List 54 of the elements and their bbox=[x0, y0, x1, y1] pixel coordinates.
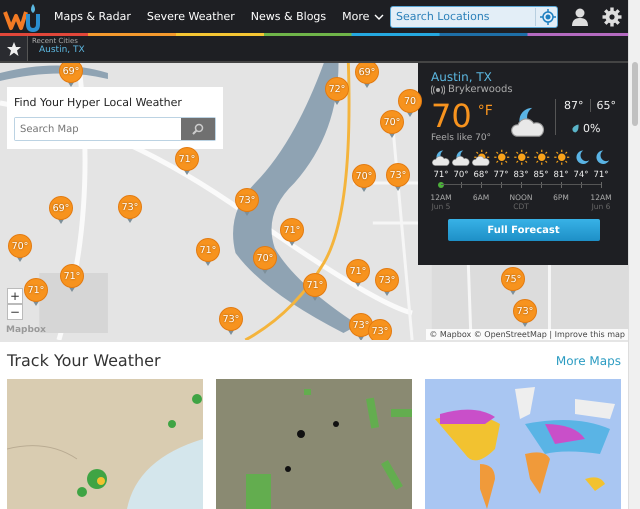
favorites-button[interactable] bbox=[0, 36, 28, 61]
hourly-temp: 68° bbox=[473, 170, 489, 180]
nav-link[interactable]: More bbox=[342, 10, 384, 23]
locate-icon[interactable] bbox=[535, 8, 557, 26]
user-icon[interactable] bbox=[570, 6, 590, 26]
moon-cloud-icon bbox=[511, 105, 545, 139]
sun-icon bbox=[492, 149, 510, 167]
moon-cloud-icon bbox=[432, 149, 450, 167]
sun-icon bbox=[552, 149, 570, 167]
nav-link[interactable]: Maps & Radar bbox=[54, 10, 131, 23]
zoom-in-button[interactable]: + bbox=[7, 288, 23, 304]
hourly-temp: 71° bbox=[433, 170, 449, 180]
full-forecast-button[interactable]: Full Forecast bbox=[448, 219, 600, 241]
card-title: Find Your Hyper Local Weather bbox=[14, 96, 183, 109]
more-maps-link[interactable]: More Maps bbox=[556, 354, 621, 368]
hourly-temp: 71° bbox=[593, 170, 609, 180]
sun-icon bbox=[512, 149, 530, 167]
low-temp: 65° bbox=[596, 99, 616, 112]
raindrop-icon bbox=[572, 124, 579, 133]
sun-cloud-icon bbox=[472, 149, 490, 167]
precip-chance: 0% bbox=[583, 122, 600, 135]
search-button[interactable] bbox=[181, 118, 215, 140]
station-icon bbox=[431, 84, 445, 94]
map-attribution: © Mapbox © OpenStreetMap | Improve this map bbox=[426, 329, 628, 340]
moon-cloud-icon bbox=[452, 149, 470, 167]
map-logo: Mapbox bbox=[6, 325, 46, 335]
chevron-icon bbox=[374, 14, 384, 20]
search-input[interactable]: Search Locations bbox=[391, 10, 535, 23]
sun-icon bbox=[532, 149, 550, 167]
search-field[interactable]: Search Locations bbox=[390, 6, 558, 28]
nav-link[interactable]: News & Blogs bbox=[250, 10, 326, 23]
star-icon bbox=[6, 40, 22, 56]
city-link[interactable]: Austin, TX bbox=[32, 45, 85, 55]
temperature: 70 bbox=[431, 99, 472, 133]
hourly-temp: 81° bbox=[553, 170, 569, 180]
feels-like: Feels like 70° bbox=[431, 133, 492, 143]
settings-icon[interactable] bbox=[602, 6, 622, 26]
zoom-out-button[interactable]: − bbox=[7, 304, 23, 320]
search-icon bbox=[192, 123, 204, 135]
search-map-field[interactable]: Search Map bbox=[14, 117, 216, 141]
nav-link[interactable]: Severe Weather bbox=[146, 10, 235, 23]
scrollbar[interactable] bbox=[628, 0, 640, 509]
temperature-pin[interactable]: 73° bbox=[368, 319, 392, 340]
hourly-temp: 70° bbox=[453, 170, 469, 180]
hourly-temp: 77° bbox=[493, 170, 509, 180]
section-title: Track Your Weather bbox=[7, 351, 161, 370]
hourly-temp: 83° bbox=[513, 170, 529, 180]
city-name: Austin, TX bbox=[431, 70, 493, 84]
station-name: Brykerwoods bbox=[448, 84, 513, 95]
hourly-temp: 74° bbox=[573, 170, 589, 180]
logo-icon[interactable] bbox=[2, 2, 42, 32]
hourly-temp: 85° bbox=[533, 170, 549, 180]
high-temp: 87° bbox=[564, 99, 590, 112]
temperature-unit: °F bbox=[478, 103, 493, 119]
